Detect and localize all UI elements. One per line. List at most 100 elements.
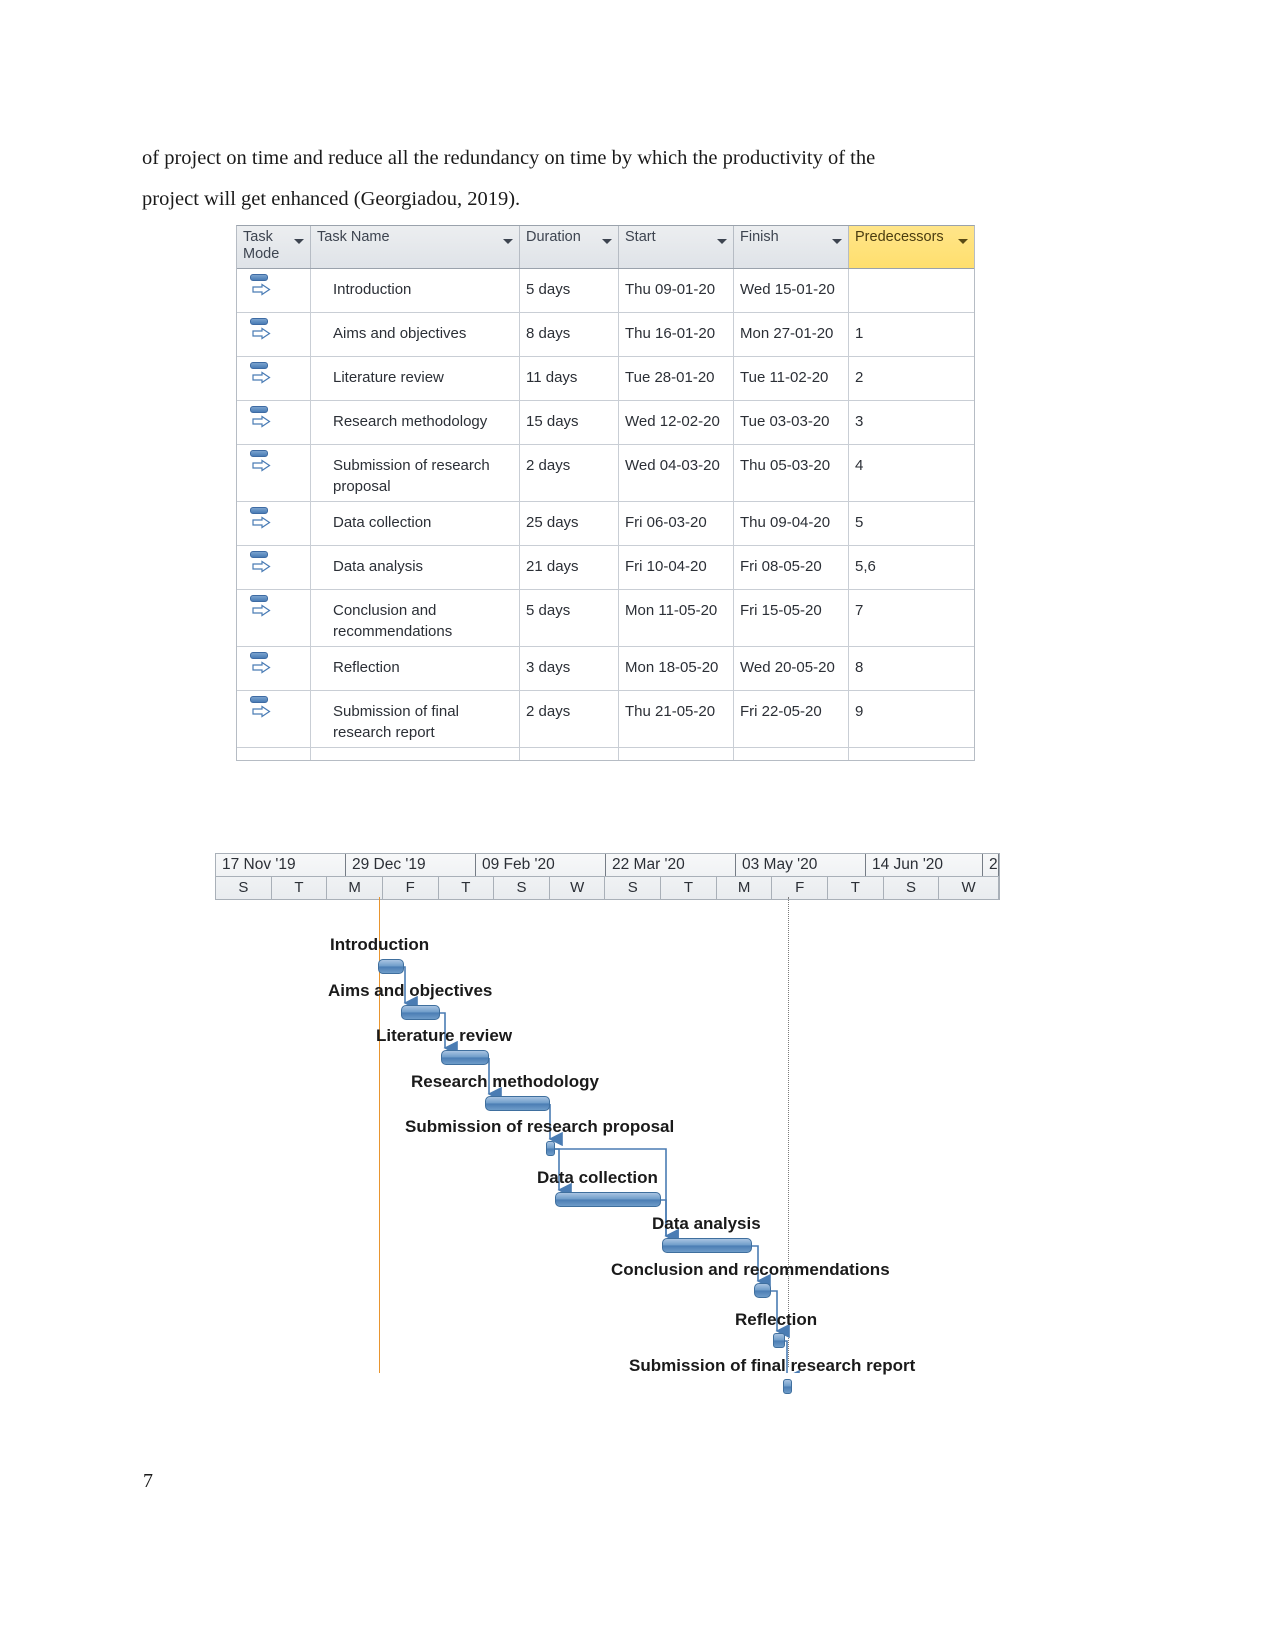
cell-duration[interactable]: 11 days	[520, 357, 619, 400]
filter-chevron-down-icon[interactable]	[832, 239, 842, 244]
cell-task-name[interactable]: Submission of research proposal	[311, 445, 520, 501]
cell-task-mode[interactable]	[237, 691, 311, 747]
cell-task-name[interactable]: Data analysis	[311, 546, 520, 589]
cell-duration[interactable]: 5 days	[520, 590, 619, 646]
column-header-pred[interactable]: Predecessors	[849, 226, 974, 268]
cell-task-mode[interactable]	[237, 590, 311, 646]
timeline-minor-cell: F	[772, 877, 829, 899]
filter-chevron-down-icon[interactable]	[294, 239, 304, 244]
table-row[interactable]: Research methodology 15 days Wed 12-02-20 T…	[237, 401, 974, 445]
cell-finish[interactable]: Tue 11-02-20	[734, 357, 849, 400]
table-row[interactable]: Conclusion and recommendations 5 days Mon …	[237, 590, 974, 647]
cell-predecessors[interactable]: 2	[849, 357, 974, 400]
cell-task-mode[interactable]	[237, 313, 311, 356]
cell-duration[interactable]: 2 days	[520, 445, 619, 501]
cell-predecessors[interactable]: 9	[849, 691, 974, 747]
cell-finish[interactable]: Fri 08-05-20	[734, 546, 849, 589]
cell-task-name[interactable]: Submission of final research report	[311, 691, 520, 747]
cell-predecessors[interactable]: 8	[849, 647, 974, 690]
cell-finish[interactable]: Tue 03-03-20	[734, 401, 849, 444]
cell-task-mode[interactable]	[237, 401, 311, 444]
table-row[interactable]: Data collection 25 days Fri 06-03-20 Thu 09…	[237, 502, 974, 546]
cell-duration[interactable]: 8 days	[520, 313, 619, 356]
cell-predecessors[interactable]: 5,6	[849, 546, 974, 589]
cell-task-mode[interactable]	[237, 445, 311, 501]
table-row[interactable]: Aims and objectives 8 days Thu 16-01-20 Mon…	[237, 313, 974, 357]
cell-finish[interactable]: Mon 27-01-20	[734, 313, 849, 356]
gantt-task-bar[interactable]	[783, 1379, 792, 1394]
timeline-minor-cell: T	[828, 877, 884, 899]
filter-chevron-down-icon[interactable]	[503, 239, 513, 244]
cell-task-name[interactable]: Conclusion and recommendations	[311, 590, 520, 646]
gantt-task-bar[interactable]	[773, 1333, 785, 1348]
timeline-major-cell: 14 Jun '20	[866, 854, 983, 876]
cell-task-name[interactable]: Reflection	[311, 647, 520, 690]
gantt-task-bar[interactable]	[485, 1096, 550, 1111]
cell-task-name[interactable]: Introduction	[311, 269, 520, 312]
gantt-task-bar[interactable]	[546, 1141, 555, 1156]
cell-task-mode[interactable]	[237, 647, 311, 690]
cell-task-mode[interactable]	[237, 502, 311, 545]
cell-predecessors[interactable]: 4	[849, 445, 974, 501]
cell-duration[interactable]: 5 days	[520, 269, 619, 312]
auto-scheduled-icon	[250, 551, 272, 575]
cell-start[interactable]: Tue 28-01-20	[619, 357, 734, 400]
gantt-task-bar[interactable]	[378, 959, 404, 974]
cell-task-name[interactable]: Literature review	[311, 357, 520, 400]
cell-predecessors[interactable]: 3	[849, 401, 974, 444]
cell-duration[interactable]: 15 days	[520, 401, 619, 444]
column-header-dur[interactable]: Duration	[520, 226, 619, 268]
cell-task-mode[interactable]	[237, 357, 311, 400]
cell-start[interactable]: Mon 11-05-20	[619, 590, 734, 646]
cell-predecessors[interactable]: 7	[849, 590, 974, 646]
cell-finish[interactable]: Wed 15-01-20	[734, 269, 849, 312]
column-header-name[interactable]: Task Name	[311, 226, 520, 268]
cell-predecessors[interactable]	[849, 269, 974, 312]
cell-start[interactable]: Wed 12-02-20	[619, 401, 734, 444]
table-row[interactable]: Reflection 3 days Mon 18-05-20 Wed 20-05-20…	[237, 647, 974, 691]
filter-chevron-down-icon[interactable]	[958, 239, 968, 244]
cell-task-mode[interactable]	[237, 269, 311, 312]
table-row[interactable]: Submission of final research report 2 day…	[237, 691, 974, 748]
column-header-label: Duration	[526, 229, 581, 245]
cell-start[interactable]: Thu 21-05-20	[619, 691, 734, 747]
cell-finish[interactable]: Fri 15-05-20	[734, 590, 849, 646]
timeline-major-cell: 09 Feb '20	[476, 854, 606, 876]
table-row[interactable]: Submission of research proposal 2 days Wed…	[237, 445, 974, 502]
table-row[interactable]: Introduction 5 days Thu 09-01-20 Wed 15-01-…	[237, 269, 974, 313]
gantt-task-bar[interactable]	[662, 1238, 752, 1253]
gantt-task-bar[interactable]	[441, 1050, 489, 1065]
cell-predecessors[interactable]: 5	[849, 502, 974, 545]
cell-task-name[interactable]: Research methodology	[311, 401, 520, 444]
filter-chevron-down-icon[interactable]	[717, 239, 727, 244]
column-header-mode[interactable]: Task Mode	[237, 226, 311, 268]
table-row[interactable]: Literature review 11 days Tue 28-01-20 Tue …	[237, 357, 974, 401]
filter-chevron-down-icon[interactable]	[602, 239, 612, 244]
timeline-minor-cell: W	[939, 877, 999, 899]
timeline-minor-cell: T	[272, 877, 328, 899]
cell-task-name[interactable]: Data collection	[311, 502, 520, 545]
cell-start[interactable]: Fri 10-04-20	[619, 546, 734, 589]
cell-predecessors[interactable]: 1	[849, 313, 974, 356]
cell-finish[interactable]: Fri 22-05-20	[734, 691, 849, 747]
cell-task-name[interactable]: Aims and objectives	[311, 313, 520, 356]
gantt-task-bar[interactable]	[555, 1192, 661, 1207]
cell-task-mode[interactable]	[237, 546, 311, 589]
cell-finish[interactable]: Thu 09-04-20	[734, 502, 849, 545]
cell-start[interactable]: Mon 18-05-20	[619, 647, 734, 690]
cell-start[interactable]: Fri 06-03-20	[619, 502, 734, 545]
column-header-fin[interactable]: Finish	[734, 226, 849, 268]
cell-start[interactable]: Thu 16-01-20	[619, 313, 734, 356]
cell-duration[interactable]: 25 days	[520, 502, 619, 545]
cell-start[interactable]: Wed 04-03-20	[619, 445, 734, 501]
cell-start[interactable]: Thu 09-01-20	[619, 269, 734, 312]
cell-duration[interactable]: 21 days	[520, 546, 619, 589]
gantt-task-bar[interactable]	[401, 1005, 440, 1020]
column-header-start[interactable]: Start	[619, 226, 734, 268]
cell-finish[interactable]: Wed 20-05-20	[734, 647, 849, 690]
table-row[interactable]: Data analysis 21 days Fri 10-04-20 Fri 08-0…	[237, 546, 974, 590]
cell-finish[interactable]: Thu 05-03-20	[734, 445, 849, 501]
cell-duration[interactable]: 3 days	[520, 647, 619, 690]
gantt-task-bar[interactable]	[754, 1283, 771, 1298]
cell-duration[interactable]: 2 days	[520, 691, 619, 747]
